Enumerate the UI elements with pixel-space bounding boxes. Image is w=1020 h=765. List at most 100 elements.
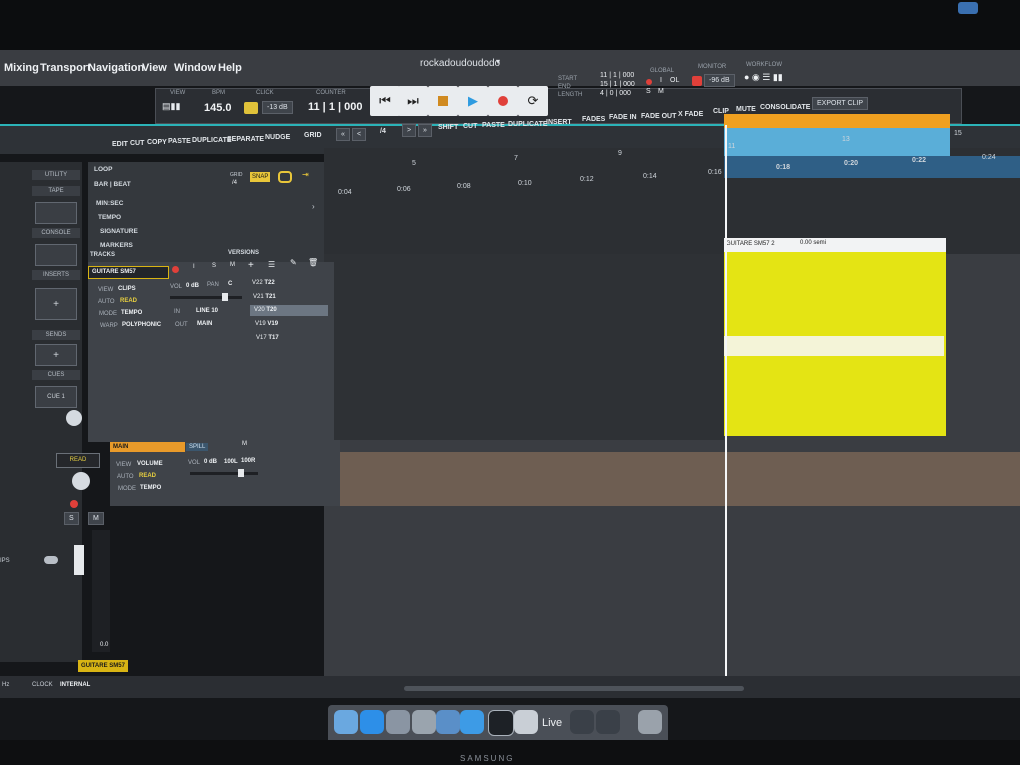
stop-button[interactable] — [428, 86, 458, 116]
main-view-value[interactable]: VOLUME — [137, 461, 163, 467]
global-record-icon[interactable] — [646, 79, 652, 85]
loop-region[interactable] — [724, 114, 950, 128]
fast-forward-button[interactable]: ⏭ — [398, 86, 428, 116]
shift-cut-button[interactable]: CUT — [463, 123, 477, 130]
duplicate-button[interactable]: DUPLICATE — [192, 137, 232, 144]
solo-button[interactable]: S — [64, 512, 79, 525]
safari-icon[interactable] — [460, 710, 484, 734]
end-value[interactable]: 15 | 1 | 000 — [600, 81, 635, 88]
out-field-value[interactable]: MAIN — [197, 321, 212, 327]
loop-range-bar[interactable] — [724, 128, 950, 156]
in-field-value[interactable]: LINE 10 — [196, 308, 218, 314]
track-name[interactable]: GUITARE SM57 — [88, 266, 169, 279]
automation-mode-select[interactable]: READ — [56, 453, 100, 468]
pencil-icon[interactable]: ✎ — [290, 258, 297, 267]
main-lane[interactable] — [340, 452, 1020, 506]
main-mode-value[interactable]: TEMPO — [140, 485, 161, 491]
menu-navigation[interactable]: Navigation — [88, 62, 144, 74]
fade-out-button[interactable]: FADE OUT — [641, 113, 676, 120]
main-pan-left[interactable]: 100L — [224, 459, 238, 465]
launchpad-icon[interactable] — [386, 710, 410, 734]
follow-icon[interactable]: ⇥ — [302, 170, 309, 179]
nudge-left-button[interactable]: < — [352, 128, 367, 141]
spill-button[interactable]: SPILL — [186, 443, 209, 451]
global-solo-button[interactable]: S — [646, 88, 651, 95]
global-ol-button[interactable]: OL — [670, 77, 679, 84]
trash-icon[interactable]: 🗑 — [308, 258, 318, 267]
pan-knob[interactable] — [72, 472, 90, 490]
version-item-selected[interactable]: V20 T20 — [250, 305, 328, 316]
mute-button-channel[interactable]: M — [88, 512, 104, 525]
menu-transport[interactable]: Transport — [40, 62, 91, 74]
version-item[interactable]: V17 T17 — [256, 335, 279, 341]
record-button[interactable] — [488, 86, 518, 116]
main-volume-slider[interactable] — [190, 472, 258, 475]
cut-button[interactable]: CUT — [130, 140, 144, 147]
pan-field-value[interactable]: C — [228, 281, 232, 287]
app-store-icon[interactable] — [360, 710, 384, 734]
menu-mixing[interactable]: Mixing — [4, 62, 39, 74]
click-level[interactable]: -13 dB — [262, 101, 293, 114]
nudge-back-button[interactable]: « — [336, 128, 350, 141]
speaker-mute-icon[interactable] — [692, 76, 702, 86]
add-send-button[interactable]: + — [35, 344, 77, 366]
add-track-icon[interactable]: + — [248, 260, 254, 271]
paste-button[interactable]: PASTE — [168, 138, 191, 145]
start-value[interactable]: 11 | 1 | 000 — [600, 72, 634, 79]
nudge-right-button[interactable]: > — [402, 124, 417, 137]
track-lane[interactable] — [324, 254, 724, 440]
console-insert-slot[interactable] — [35, 244, 77, 266]
track-mute-button[interactable]: M — [230, 262, 235, 268]
play-button[interactable]: ▶ — [458, 86, 488, 116]
nudge-value[interactable]: /4 — [380, 128, 386, 135]
rewind-button[interactable]: ⏮ — [370, 86, 400, 116]
insert-button[interactable]: INSERT — [546, 119, 572, 126]
cue-select[interactable]: CUE 1 — [35, 386, 77, 408]
channel-fader[interactable] — [74, 545, 84, 575]
consolidate-button[interactable]: CONSOLIDATE — [760, 104, 810, 111]
version-item[interactable]: V22 T22 — [252, 280, 275, 286]
link-icon[interactable] — [278, 171, 292, 183]
system-preferences-icon[interactable] — [412, 710, 436, 734]
view-icon[interactable]: ▤▮▮ — [162, 101, 180, 112]
mode-field-value[interactable]: TEMPO — [121, 310, 142, 316]
length-value[interactable]: 4 | 0 | 000 — [600, 90, 631, 97]
auto-field-value[interactable]: READ — [120, 298, 137, 304]
trash-dock-icon[interactable] — [638, 710, 662, 734]
ruler-grid-value[interactable]: /4 — [232, 180, 237, 186]
ips-toggle[interactable] — [44, 556, 58, 564]
playhead[interactable] — [725, 125, 727, 685]
chevron-right-icon[interactable]: › — [312, 202, 315, 211]
menu-window[interactable]: Window — [174, 62, 216, 74]
shift-paste-button[interactable]: PASTE — [482, 122, 505, 129]
main-vol-value[interactable]: 0 dB — [204, 459, 217, 465]
audio-setup-icon[interactable] — [514, 710, 538, 734]
track-list-icon[interactable]: ☰ — [268, 260, 275, 269]
add-insert-button[interactable]: + — [35, 288, 77, 320]
copy-button[interactable]: COPY — [147, 139, 167, 146]
track-record-icon[interactable] — [172, 266, 179, 273]
record-arm-icon[interactable] — [70, 500, 78, 508]
track-solo-button[interactable]: S — [212, 263, 216, 269]
snap-button[interactable]: SNAP — [250, 172, 271, 182]
version-item[interactable]: V21 T21 — [253, 294, 276, 300]
main-mute-button[interactable]: M — [242, 441, 247, 447]
warp-field-value[interactable]: POLYPHONIC — [122, 322, 161, 328]
uad-console-icon[interactable] — [596, 710, 620, 734]
grid-button[interactable]: GRID — [304, 132, 322, 139]
shift-duplicate-button[interactable]: DUPLICATE — [508, 121, 548, 128]
menu-view[interactable]: View — [142, 62, 167, 74]
main-auto-value[interactable]: READ — [139, 473, 156, 479]
finder-icon[interactable] — [334, 710, 358, 734]
nudge-forward-button[interactable]: » — [418, 124, 432, 137]
volume-slider-handle[interactable] — [222, 293, 228, 301]
fade-in-button[interactable]: FADE IN — [609, 114, 637, 121]
track-input-button[interactable]: I — [193, 264, 195, 270]
loop-button[interactable]: ⟳ — [518, 86, 548, 116]
preview-icon[interactable] — [436, 710, 460, 734]
horizontal-scrollbar[interactable] — [404, 686, 744, 691]
main-pan-right[interactable]: 100R — [241, 458, 255, 464]
export-clip-button[interactable]: EXPORT CLIP — [812, 97, 869, 110]
clip-pitch[interactable]: 0.00 semi — [800, 240, 826, 246]
global-mute-button[interactable]: M — [658, 88, 664, 95]
